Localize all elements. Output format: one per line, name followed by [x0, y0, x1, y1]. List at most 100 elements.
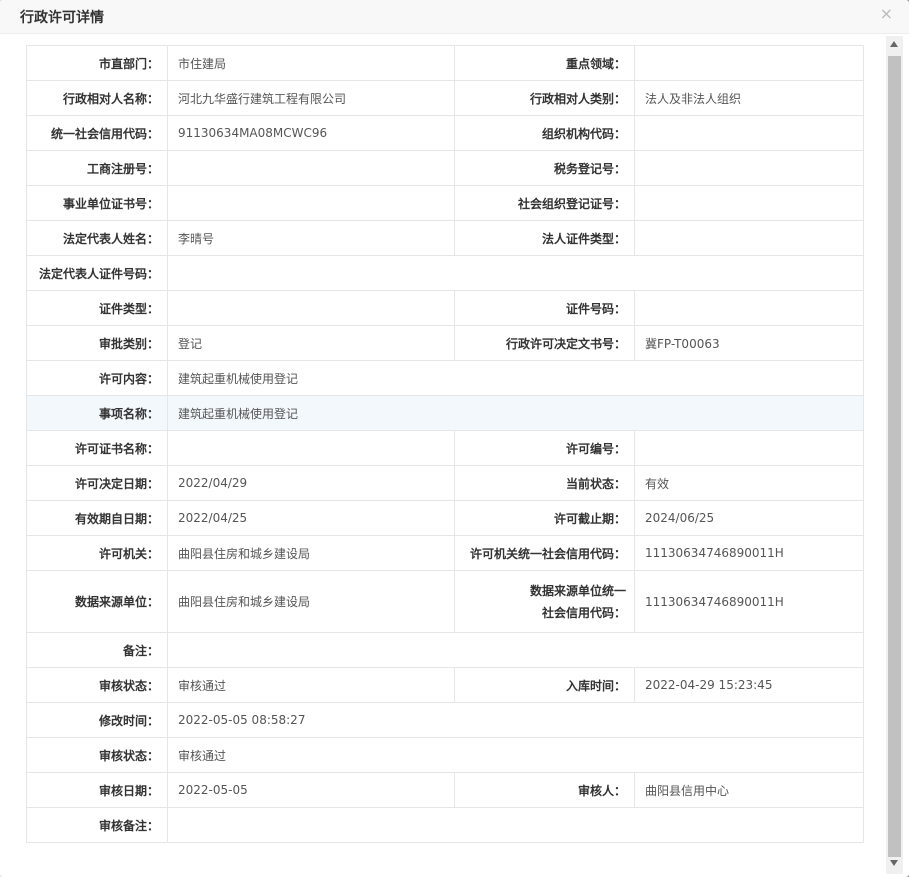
field-value: 建筑起重机械使用登记 [167, 395, 864, 431]
table-row: 法定代表人姓名： 李晴号 法人证件类型： [26, 220, 864, 256]
field-value: 2022-05-05 [167, 772, 455, 808]
table-row: 审核日期： 2022-05-05 审核人： 曲阳县信用中心 [26, 772, 864, 808]
field-label: 审核备注： [26, 807, 168, 843]
dialog-titlebar: 行政许可详情 × [0, 0, 909, 34]
table-row: 法定代表人证件号码： [26, 255, 864, 291]
field-value [167, 290, 455, 326]
table-row: 事业单位证书号： 社会组织登记证号： [26, 185, 864, 221]
field-value: 审核通过 [167, 667, 455, 703]
field-value: 曲阳县信用中心 [634, 772, 864, 808]
field-value: 市住建局 [167, 45, 455, 81]
table-row: 市直部门： 市住建局 重点领域： [26, 45, 864, 81]
table-row-highlighted: 事项名称： 建筑起重机械使用登记 [26, 395, 864, 431]
table-row: 审核状态： 审核通过 [26, 737, 864, 773]
field-value: 2022/04/29 [167, 465, 455, 501]
field-label: 入库时间： [454, 667, 635, 703]
field-value [634, 430, 864, 466]
field-label: 事业单位证书号： [26, 185, 168, 221]
field-value [634, 150, 864, 186]
field-label: 审核状态： [26, 737, 168, 773]
field-value [634, 45, 864, 81]
field-label: 许可机关： [26, 535, 168, 571]
field-value: 建筑起重机械使用登记 [167, 360, 864, 396]
field-value: 曲阳县住房和城乡建设局 [167, 535, 455, 571]
field-label: 税务登记号： [454, 150, 635, 186]
field-value: 2024/06/25 [634, 500, 864, 536]
field-label: 许可编号： [454, 430, 635, 466]
field-value [167, 255, 864, 291]
scroll-up-icon[interactable] [890, 41, 898, 47]
close-icon[interactable]: × [880, 4, 893, 23]
field-label: 统一社会信用代码： [26, 115, 168, 151]
field-value [634, 115, 864, 151]
field-value: 2022-04-29 15:23:45 [634, 667, 864, 703]
field-value: 2022/04/25 [167, 500, 455, 536]
field-label: 数据来源单位： [26, 570, 168, 633]
field-label: 市直部门： [26, 45, 168, 81]
field-label-line: 社会信用代码： [541, 605, 626, 620]
field-label: 审批类别： [26, 325, 168, 361]
field-label: 法定代表人姓名： [26, 220, 168, 256]
field-value [167, 150, 455, 186]
table-row: 有效期自日期： 2022/04/25 许可截止期： 2024/06/25 [26, 500, 864, 536]
field-value [167, 430, 455, 466]
field-label: 审核日期： [26, 772, 168, 808]
table-row: 行政相对人名称： 河北九华盛行建筑工程有限公司 行政相对人类别： 法人及非法人组… [26, 80, 864, 116]
field-label: 有效期自日期： [26, 500, 168, 536]
field-value [167, 185, 455, 221]
field-value: 河北九华盛行建筑工程有限公司 [167, 80, 455, 116]
table-row: 审核状态： 审核通过 入库时间： 2022-04-29 15:23:45 [26, 667, 864, 703]
dialog-content: 市直部门： 市住建局 重点领域： 行政相对人名称： 河北九华盛行建筑工程有限公司… [0, 34, 884, 877]
scroll-down-icon[interactable] [890, 860, 898, 866]
table-row: 许可决定日期： 2022/04/29 当前状态： 有效 [26, 465, 864, 501]
field-value [634, 185, 864, 221]
field-value: 李晴号 [167, 220, 455, 256]
field-label: 法定代表人证件号码： [26, 255, 168, 291]
field-label: 许可机关统一社会信用代码： [454, 535, 635, 571]
field-label: 备注： [26, 632, 168, 668]
field-label: 审核状态： [26, 667, 168, 703]
field-label: 法人证件类型： [454, 220, 635, 256]
table-row: 证件类型： 证件号码： [26, 290, 864, 326]
field-label: 重点领域： [454, 45, 635, 81]
field-label: 许可内容： [26, 360, 168, 396]
table-row: 统一社会信用代码： 91130634MA08MCWC96 组织机构代码： [26, 115, 864, 151]
vertical-scrollbar[interactable] [886, 36, 903, 874]
field-label: 事项名称： [26, 395, 168, 431]
field-label: 证件号码： [454, 290, 635, 326]
field-value: 冀FP-T00063 [634, 325, 864, 361]
field-label: 证件类型： [26, 290, 168, 326]
table-row: 许可内容： 建筑起重机械使用登记 [26, 360, 864, 396]
field-label: 行政相对人名称： [26, 80, 168, 116]
field-label: 当前状态： [454, 465, 635, 501]
field-label: 审核人： [454, 772, 635, 808]
field-label: 工商注册号： [26, 150, 168, 186]
dialog-title: 行政许可详情 [20, 10, 104, 26]
field-value: 2022-05-05 08:58:27 [167, 702, 864, 738]
field-value: 11130634746890011H [634, 535, 864, 571]
table-row: 审批类别： 登记 行政许可决定文书号： 冀FP-T00063 [26, 325, 864, 361]
field-value [167, 632, 864, 668]
detail-table: 市直部门： 市住建局 重点领域： 行政相对人名称： 河北九华盛行建筑工程有限公司… [26, 45, 864, 843]
field-value [167, 807, 864, 843]
field-label-line: 数据来源单位统一 [529, 583, 626, 598]
table-row: 许可证书名称： 许可编号： [26, 430, 864, 466]
field-label: 行政许可决定文书号： [454, 325, 635, 361]
field-label: 组织机构代码： [454, 115, 635, 151]
field-value: 法人及非法人组织 [634, 80, 864, 116]
field-value: 曲阳县住房和城乡建设局 [167, 570, 455, 633]
field-label: 许可截止期： [454, 500, 635, 536]
field-value: 11130634746890011H [634, 570, 864, 633]
table-row: 修改时间： 2022-05-05 08:58:27 [26, 702, 864, 738]
table-row: 备注： [26, 632, 864, 668]
table-row: 工商注册号： 税务登记号： [26, 150, 864, 186]
field-label: 许可证书名称： [26, 430, 168, 466]
license-detail-dialog: 行政许可详情 × 市直部门： 市住建局 重点领域： 行政相对人名称： 河北九华盛… [0, 0, 909, 877]
field-value [634, 220, 864, 256]
table-row: 审核备注： [26, 807, 864, 843]
scrollbar-thumb[interactable] [888, 56, 901, 857]
field-label-multiline: 数据来源单位统一社会信用代码： [454, 570, 635, 633]
field-value: 有效 [634, 465, 864, 501]
field-value: 登记 [167, 325, 455, 361]
field-value [634, 290, 864, 326]
